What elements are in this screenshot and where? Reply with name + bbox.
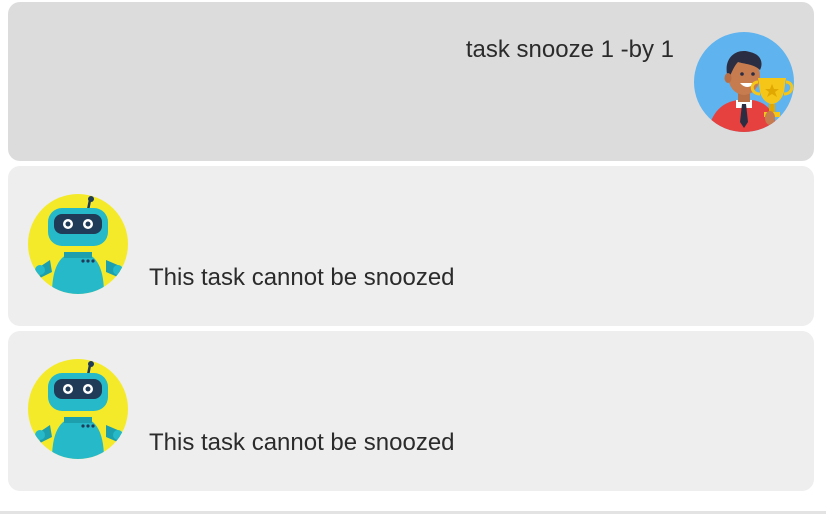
bot-message: This task cannot be snoozed: [8, 166, 814, 326]
user-trophy-avatar-icon: [694, 32, 794, 132]
message-text: task snooze 1 -by 1: [465, 36, 674, 63]
chat-thread: task snooze 1 -by 1 This task cannot be …: [8, 2, 814, 496]
message-text: This task cannot be snoozed: [149, 429, 455, 456]
user-message: task snooze 1 -by 1: [8, 2, 814, 161]
message-text: This task cannot be snoozed: [149, 264, 455, 291]
robot-avatar-icon: [28, 194, 128, 294]
bot-message: This task cannot be snoozed: [8, 331, 814, 491]
robot-avatar-icon: [28, 359, 128, 459]
